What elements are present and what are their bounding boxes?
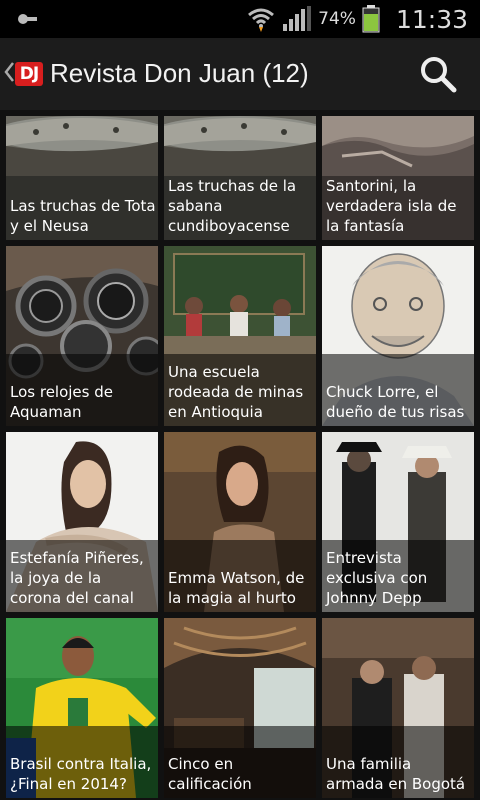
article-title: Brasil contra Italia, ¿Final en 2014? (10, 755, 152, 793)
notification-icon (18, 14, 37, 24)
article-tile[interactable]: Las truchas de Tota y el Neusa (6, 116, 158, 240)
article-title: Una familia armada en Bogotá (326, 755, 466, 793)
article-tile[interactable]: Estefanía Piñeres, la joya de la corona … (6, 432, 158, 612)
article-tile[interactable]: Una familia armada en Bogotá (322, 618, 474, 798)
article-title: Santorini, la verdadera isla de la fanta… (326, 177, 457, 235)
article-grid[interactable]: Las truchas de Tota y el Neusa Las truch… (0, 110, 480, 800)
article-title: Las truchas de la sabana cundiboyacense (168, 177, 297, 235)
article-tile[interactable]: Cinco en calificación (164, 618, 316, 798)
chevron-left-icon[interactable] (3, 60, 15, 84)
battery-percentage: 74% (318, 9, 356, 29)
article-title: Una escuela rodeada de minas en Antioqui… (168, 363, 304, 421)
battery-icon (362, 5, 380, 33)
article-tile[interactable]: Entrevista exclusiva con Johnny Depp (322, 432, 474, 612)
article-title: Estefanía Piñeres, la joya de la corona … (10, 549, 144, 607)
article-title: Entrevista exclusiva con Johnny Depp (326, 549, 428, 607)
search-icon[interactable] (418, 54, 458, 94)
article-title: Chuck Lorre, el dueño de tus risas (326, 383, 465, 421)
article-tile[interactable]: Santorini, la verdadera isla de la fanta… (322, 116, 474, 240)
status-bar: 74% 11:33 (0, 0, 480, 38)
clock: 11:33 (395, 4, 468, 34)
article-title: Los relojes de Aquaman (10, 383, 113, 421)
article-title: Emma Watson, de la magia al hurto (168, 569, 305, 607)
article-title: Cinco en calificación (168, 755, 252, 793)
app-logo-text: DJ (19, 64, 39, 84)
article-tile[interactable]: Las truchas de la sabana cundiboyacense (164, 116, 316, 240)
article-tile[interactable]: Brasil contra Italia, ¿Final en 2014? (6, 618, 158, 798)
wifi-icon (248, 8, 275, 32)
article-tile[interactable]: Emma Watson, de la magia al hurto (164, 432, 316, 612)
article-tile[interactable]: Los relojes de Aquaman (6, 246, 158, 426)
app-logo[interactable]: DJ (15, 62, 43, 86)
article-tile[interactable]: Una escuela rodeada de minas en Antioqui… (164, 246, 316, 426)
article-tile[interactable]: Chuck Lorre, el dueño de tus risas (322, 246, 474, 426)
action-bar: DJ Revista Don Juan (12) (0, 38, 480, 110)
signal-icon (283, 6, 312, 31)
page-title: Revista Don Juan (12) (50, 58, 309, 88)
article-title: Las truchas de Tota y el Neusa (10, 197, 156, 235)
